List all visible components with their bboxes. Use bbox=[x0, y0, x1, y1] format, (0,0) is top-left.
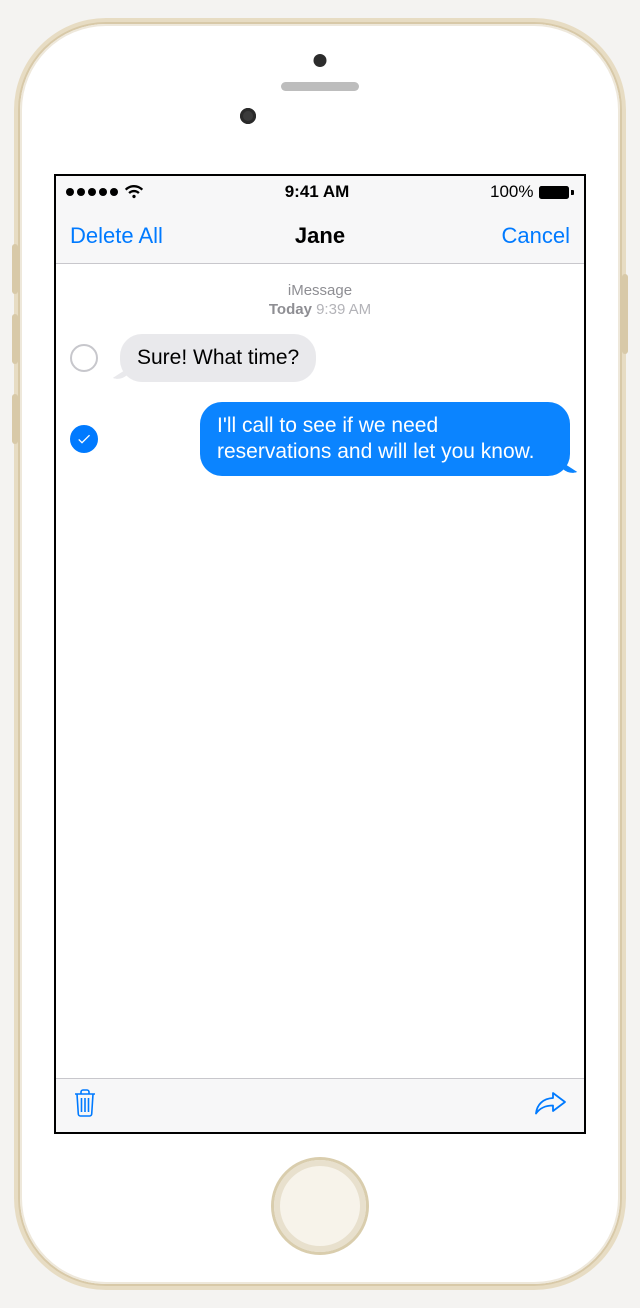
incoming-message-bubble[interactable]: Sure! What time? bbox=[120, 334, 316, 382]
screen: 9:41 AM 100% Delete All Jane Cancel iMes… bbox=[54, 174, 586, 1134]
status-bar: 9:41 AM 100% bbox=[56, 176, 584, 208]
thread-time-label: 9:39 AM bbox=[316, 301, 371, 318]
trash-button[interactable] bbox=[72, 1088, 98, 1123]
iphone-device-frame: 9:41 AM 100% Delete All Jane Cancel iMes… bbox=[20, 24, 620, 1284]
conversation-title: Jane bbox=[295, 223, 345, 249]
cancel-button[interactable]: Cancel bbox=[488, 208, 584, 263]
message-bubble-container: I'll call to see if we need reservations… bbox=[116, 402, 570, 477]
home-button[interactable] bbox=[274, 1160, 366, 1252]
message-bubble-container: Sure! What time? bbox=[116, 334, 570, 382]
battery-icon bbox=[539, 186, 574, 199]
trash-icon bbox=[72, 1088, 98, 1123]
battery-percentage: 100% bbox=[490, 182, 533, 202]
delete-all-button[interactable]: Delete All bbox=[56, 208, 177, 263]
earpiece-speaker bbox=[281, 82, 359, 91]
thread-day-label: Today bbox=[269, 301, 312, 318]
message-select-checkbox[interactable] bbox=[70, 425, 98, 453]
thread-service-label: iMessage bbox=[70, 282, 570, 301]
proximity-sensor bbox=[314, 54, 327, 67]
message-row: Sure! What time? bbox=[70, 334, 570, 382]
share-arrow-icon bbox=[534, 1090, 568, 1121]
forward-button[interactable] bbox=[534, 1090, 568, 1121]
wifi-icon bbox=[124, 185, 144, 199]
navigation-bar: Delete All Jane Cancel bbox=[56, 208, 584, 264]
status-clock: 9:41 AM bbox=[285, 182, 350, 202]
status-left-cluster bbox=[66, 185, 144, 199]
message-row: I'll call to see if we need reservations… bbox=[70, 402, 570, 477]
thread-timestamp: iMessage Today 9:39 AM bbox=[70, 282, 570, 320]
front-camera bbox=[240, 108, 256, 124]
outgoing-message-bubble[interactable]: I'll call to see if we need reservations… bbox=[200, 402, 570, 477]
message-select-checkbox[interactable] bbox=[70, 344, 98, 372]
cellular-signal-icon bbox=[66, 188, 118, 196]
status-right-cluster: 100% bbox=[490, 182, 574, 202]
edit-toolbar bbox=[56, 1078, 584, 1132]
conversation-scroll[interactable]: iMessage Today 9:39 AM Sure! What time? bbox=[56, 264, 584, 1078]
